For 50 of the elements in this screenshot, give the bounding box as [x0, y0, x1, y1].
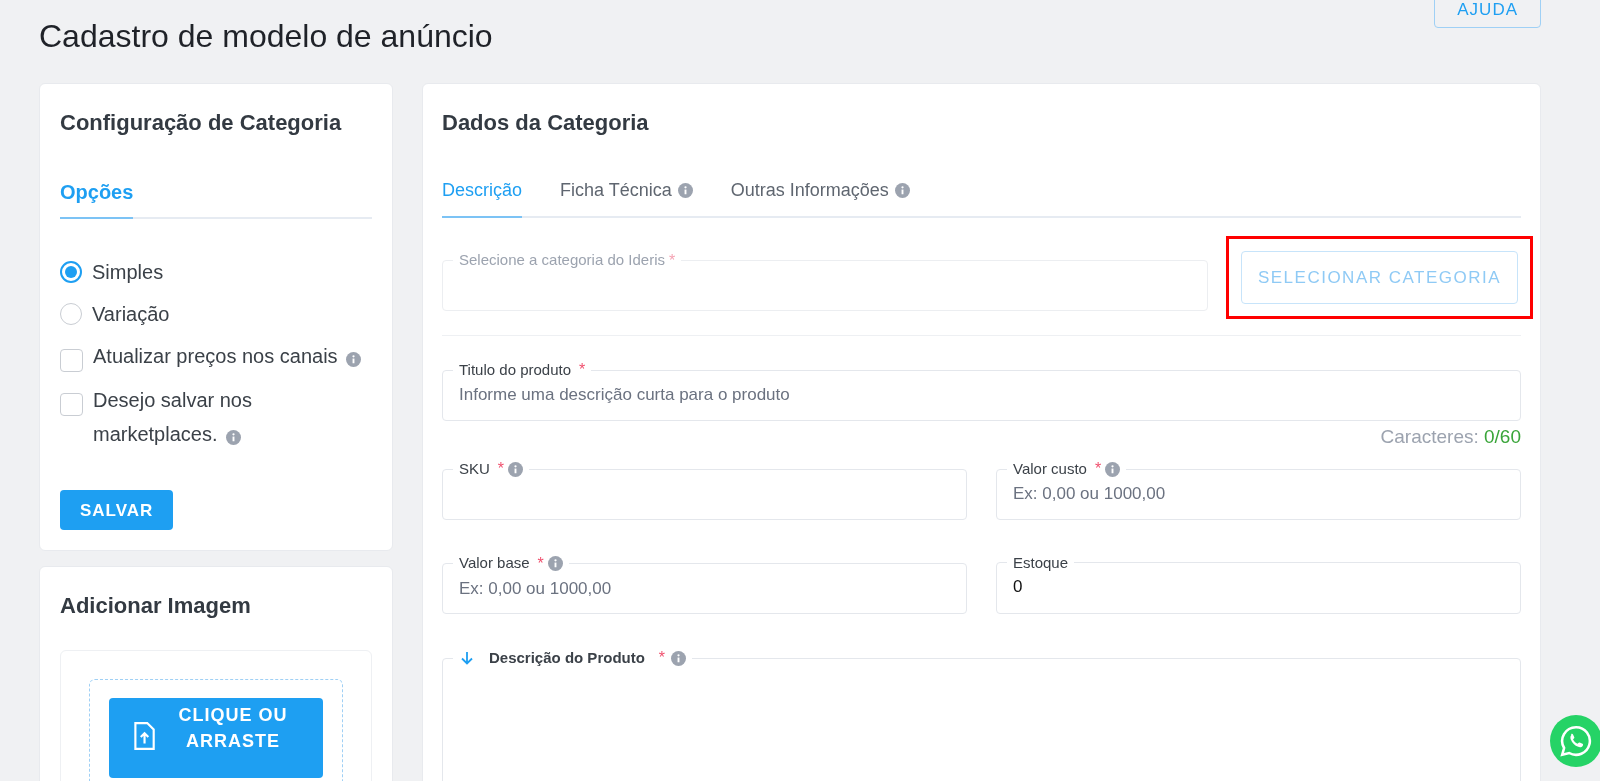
- info-icon: [225, 429, 241, 445]
- save-button[interactable]: SALVAR: [60, 490, 174, 531]
- field-label: Valor custo: [1013, 458, 1087, 479]
- info-icon: [677, 183, 693, 198]
- input-field[interactable]: Informe uma descrição curta para o produto: [459, 382, 1504, 408]
- info-icon: [1105, 461, 1121, 477]
- info-icon: [547, 556, 563, 571]
- chat-button[interactable]: [1550, 715, 1600, 767]
- file-upload-icon: [133, 722, 155, 751]
- card-title: Dados da Categoria: [442, 109, 650, 137]
- required-mark: *: [497, 459, 505, 479]
- upload-button[interactable]: CLIQUE OU ARRASTE: [109, 698, 323, 779]
- tab[interactable]: Descrição: [442, 177, 523, 218]
- required-mark: *: [1094, 459, 1102, 479]
- chat-phone-icon: [1559, 724, 1593, 758]
- option-label: Simples: [92, 260, 164, 285]
- select-category-button[interactable]: SELECIONAR CATEGORIA: [1241, 251, 1518, 304]
- input-field[interactable]: Ex: 0,00 ou 1000,00: [1013, 481, 1504, 507]
- info-icon: [345, 351, 361, 367]
- arrow-down-icon: [459, 650, 475, 666]
- required-mark: *: [579, 360, 586, 380]
- help-button[interactable]: AJUDA: [1434, 0, 1541, 28]
- required-mark: *: [658, 648, 666, 668]
- drop-zone[interactable]: CLIQUE OU ARRASTE: [89, 679, 343, 781]
- card-title: Configuração de Categoria: [60, 109, 343, 137]
- tab[interactable]: Ficha Técnica: [560, 177, 693, 218]
- input-field[interactable]: 0: [1013, 574, 1504, 600]
- required-mark: *: [537, 553, 544, 574]
- checkbox[interactable]: [60, 392, 83, 416]
- field-label: Valor base: [459, 553, 530, 574]
- field-label: Descrição do Produto: [489, 647, 645, 668]
- character-count: Caracteres: 0/60: [1380, 424, 1521, 449]
- checkbox[interactable]: [60, 349, 83, 372]
- option-label: Atualizar preços nos canais: [93, 339, 361, 375]
- required-mark: *: [668, 250, 676, 271]
- tab[interactable]: Outras Informações: [730, 177, 910, 218]
- radio-button[interactable]: [60, 261, 82, 283]
- page-title: Cadastro de modelo de anúncio: [39, 17, 493, 56]
- option-label: Variação: [92, 302, 170, 327]
- field-label: Selecione a categoria do Ideris: [459, 250, 665, 271]
- info-icon: [894, 183, 910, 198]
- option-label: Desejo salvar nos marketplaces.: [93, 387, 253, 447]
- options-tab[interactable]: Opções: [60, 177, 134, 219]
- field-label: SKU: [459, 458, 490, 479]
- field-label: Estoque: [1013, 552, 1069, 573]
- info-icon: [508, 461, 524, 477]
- info-icon: [671, 650, 687, 666]
- card-title: Adicionar Imagem: [60, 592, 252, 621]
- field-label: Titulo do produto: [459, 359, 572, 380]
- input-field[interactable]: Ex: 0,00 ou 1000,00: [459, 575, 950, 601]
